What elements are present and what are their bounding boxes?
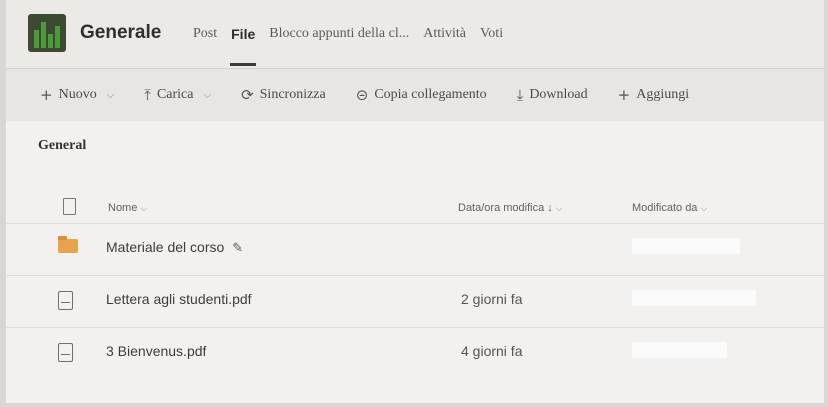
upload-label: Carica	[156, 87, 194, 102]
column-modified-label: Data/ora modifica	[458, 202, 545, 214]
files-toolbar: + Nuovo ⌵ ⤒ Carica ⌵ ⟳ Sincronizza ⊝ Cop…	[6, 69, 824, 121]
new-label: Nuovo	[58, 87, 97, 102]
edit-pen-icon: ✎	[232, 241, 244, 256]
channel-title: Generale	[80, 22, 162, 43]
sort-descending-icon: ↓	[547, 202, 553, 214]
tab-blocco-appunti[interactable]: Blocco appunti della cl...	[262, 26, 416, 42]
sync-label: Sincronizza	[259, 87, 326, 102]
channel-header: Generale Post File Blocco appunti della …	[6, 0, 824, 69]
file-modified: 2 giorni fa	[461, 291, 523, 307]
column-name-label: Nome	[108, 202, 138, 214]
file-name[interactable]: Materiale del corso ✎	[106, 239, 243, 256]
tab-attivita[interactable]: Attività	[416, 26, 473, 42]
add-label: Aggiungi	[636, 87, 690, 102]
plus-icon: +	[40, 86, 53, 104]
teams-window: Generale Post File Blocco appunti della …	[6, 0, 824, 403]
file-name[interactable]: 3 Bienvenus.pdf	[106, 343, 206, 359]
download-button[interactable]: ⤓ Download	[517, 86, 588, 104]
chevron-down-icon: ⌵	[700, 204, 708, 214]
chevron-down-icon: ⌵	[555, 204, 563, 214]
document-library: General Nome ⌵ Data/ora modifica ↓ ⌵ Mod…	[6, 122, 824, 403]
modified-by-redacted: redacted	[632, 238, 740, 254]
download-icon: ⤓	[516, 86, 524, 104]
file-name[interactable]: Lettera agli studenti.pdf	[106, 291, 252, 307]
modified-by-redacted: redacted	[632, 342, 727, 358]
tab-file[interactable]: File	[224, 26, 262, 66]
column-header-row: Nome ⌵ Data/ora modifica ↓ ⌵ Modificato …	[6, 196, 824, 220]
chevron-down-icon: ⌵	[106, 89, 115, 101]
breadcrumb[interactable]: General	[38, 138, 86, 154]
table-row[interactable]: Materiale del corso✎ redacted	[6, 223, 824, 272]
tab-post[interactable]: Post	[186, 26, 224, 42]
copy-link-button[interactable]: ⊝ Copia collegamento	[356, 86, 487, 104]
download-label: Download	[529, 87, 588, 102]
link-icon: ⊝	[355, 86, 369, 104]
pdf-icon	[58, 343, 73, 362]
modified-by-redacted: redacted	[632, 290, 756, 306]
column-name[interactable]: Nome ⌵	[108, 202, 147, 214]
column-modified[interactable]: Data/ora modifica ↓ ⌵	[458, 202, 563, 214]
new-button[interactable]: + Nuovo ⌵	[40, 86, 114, 104]
column-modified-by-label: Modificato da	[632, 202, 698, 214]
channel-tabs: Post File Blocco appunti della cl... Att…	[186, 26, 510, 66]
upload-icon: ⤒	[144, 86, 151, 104]
tab-voti[interactable]: Voti	[473, 26, 510, 42]
sync-icon: ⟳	[241, 86, 254, 104]
file-type-icon[interactable]	[63, 198, 76, 215]
column-modified-by[interactable]: Modificato da ⌵	[632, 202, 707, 214]
folder-icon	[58, 236, 78, 253]
chevron-down-icon: ⌵	[203, 89, 212, 101]
sync-button[interactable]: ⟳ Sincronizza	[241, 86, 326, 104]
file-modified: 4 giorni fa	[461, 343, 523, 359]
table-row[interactable]: Lettera agli studenti.pdf 2 giorni fa re…	[6, 275, 824, 324]
plus-icon: +	[617, 86, 631, 104]
upload-button[interactable]: ⤒ Carica ⌵	[144, 86, 211, 104]
team-avatar[interactable]	[28, 14, 66, 52]
chevron-down-icon: ⌵	[140, 204, 148, 214]
pdf-icon	[58, 291, 73, 310]
table-row[interactable]: 3 Bienvenus.pdf 4 giorni fa redacted	[6, 327, 824, 376]
copy-link-label: Copia collegamento	[374, 87, 487, 102]
add-button[interactable]: + Aggiungi	[618, 86, 689, 104]
